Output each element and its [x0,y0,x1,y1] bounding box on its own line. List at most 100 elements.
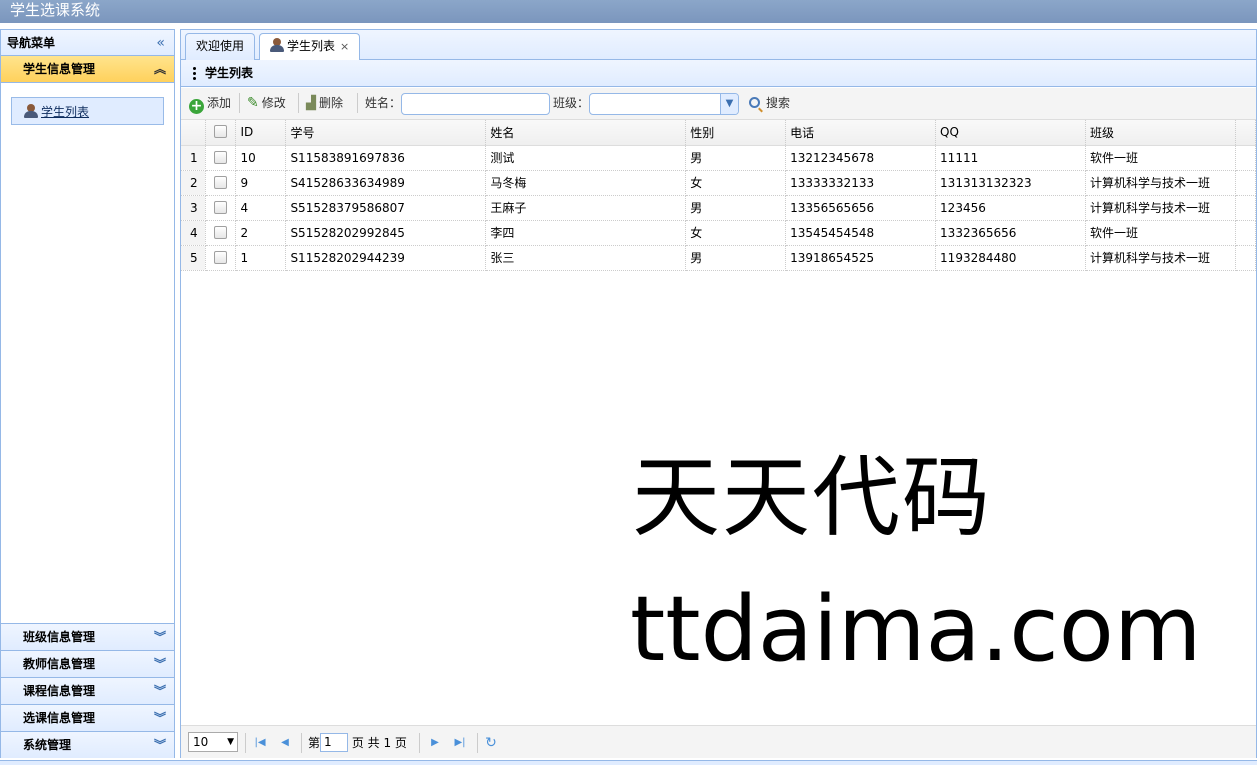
cell-sex: 女 [685,220,787,246]
nav-panel: 导航菜单 « 学生信息管理 ︽ 学生列表 班级信息管理 ︾ 教师信息管理 ︾ 课… [0,29,175,758]
watermark-url: ttdaima.com [630,577,1202,682]
page-indicator: 第1 页 共 1 页 [308,733,407,753]
cell-sex: 女 [685,170,787,196]
pagination-bar: 10 ▼ |◀ ◀ 第1 页 共 1 页 ▶ ▶| ↻ [181,725,1256,758]
cell-class: 软件一班 [1085,145,1236,171]
nav-header: 导航菜单 « [1,30,174,56]
table-row[interactable]: 2 9 S41528633634989 马冬梅 女 13333332133 13… [181,170,1257,196]
next-page-icon[interactable]: ▶ [427,733,443,753]
cell-id: 10 [235,145,287,171]
delete-button[interactable]: ▟ 删除 [306,88,343,118]
edit-label: 修改 [261,96,286,110]
cell-id: 1 [235,245,287,271]
nav-section-system[interactable]: 系统管理 ︾ [1,731,174,758]
row-checkbox[interactable] [214,250,228,264]
page-prefix: 第 [308,736,321,750]
column-header-phone[interactable]: 电话 [785,120,937,146]
tab-label: 欢迎使用 [196,39,245,53]
cell-sn: S41528633634989 [285,170,487,196]
page-number-input[interactable]: 1 [320,733,349,752]
column-header-sn[interactable]: 学号 [285,120,487,146]
pager-divider [477,733,478,753]
name-search-input[interactable] [401,93,550,115]
class-select[interactable]: ▼ [589,93,739,115]
nav-item-student-list[interactable]: 学生列表 [11,97,164,125]
search-button[interactable]: 搜索 [749,88,790,118]
row-checkbox-cell [205,245,237,271]
search-label: 搜索 [766,96,791,110]
toolbar-divider [239,93,240,113]
nav-section-selection[interactable]: 选课信息管理 ︾ [1,704,174,731]
row-number: 1 [181,145,207,171]
cell-phone: 13356565656 [785,195,937,221]
table-row[interactable]: 5 1 S11528202944239 张三 男 13918654525 119… [181,245,1257,271]
page-size-value: 10 [193,735,209,749]
nav-section-student[interactable]: 学生信息管理 ︽ [1,56,174,83]
first-page-icon[interactable]: |◀ [252,733,268,753]
table-row[interactable]: 1 10 S11583891697836 测试 男 13212345678 11… [181,145,1257,171]
bottom-border [0,760,1257,765]
row-number: 5 [181,245,207,271]
nav-section-label: 班级信息管理 [23,630,96,644]
chevron-down-icon[interactable]: ▼ [720,94,738,114]
chevron-down-icon: ▼ [227,737,234,747]
row-number: 2 [181,170,207,196]
page-size-select[interactable]: 10 ▼ [188,732,238,752]
chevron-down-icon: ︾ [153,657,166,671]
column-header-name[interactable]: 姓名 [485,120,687,146]
row-checkbox-cell [205,195,237,221]
row-number: 3 [181,195,207,221]
column-header-id[interactable]: ID [235,120,287,146]
double-chevron-left-icon[interactable]: « [156,30,165,56]
cell-sex: 男 [685,195,787,221]
cell-phone: 13918654525 [785,245,937,271]
cell-id: 2 [235,220,287,246]
nav-section-label: 学生信息管理 [23,62,96,76]
tab-label: 学生列表 [287,39,336,53]
cell-filler [1235,195,1257,221]
row-number-header [181,120,207,146]
nav-section-teacher[interactable]: 教师信息管理 ︾ [1,650,174,677]
edit-button[interactable]: ✎ 修改 [247,88,286,118]
trash-icon: ▟ [306,96,316,111]
row-checkbox[interactable] [214,150,228,164]
row-checkbox[interactable] [214,200,228,214]
plus-icon: + [189,98,204,114]
delete-label: 删除 [319,96,344,110]
nav-section-label: 选课信息管理 [23,711,96,725]
nav-section-label: 课程信息管理 [23,684,96,698]
add-button[interactable]: + 添加 [189,88,231,118]
close-icon[interactable]: × [340,40,349,53]
cell-filler [1235,245,1257,271]
row-checkbox[interactable] [214,225,228,239]
nav-section-course[interactable]: 课程信息管理 ︾ [1,677,174,704]
column-header-qq[interactable]: QQ [935,120,1086,146]
cell-sn: S51528379586807 [285,195,487,221]
chevron-up-icon[interactable]: ︽ [154,56,166,83]
nav-item-label: 学生列表 [41,105,90,119]
last-page-icon[interactable]: ▶| [452,733,468,753]
refresh-icon[interactable]: ↻ [483,733,499,753]
row-checkbox[interactable] [214,175,228,189]
row-checkbox-cell [205,220,237,246]
cell-name: 测试 [485,145,687,171]
user-icon [270,38,284,52]
tab-welcome[interactable]: 欢迎使用 [185,33,256,60]
row-number: 4 [181,220,207,246]
cell-name: 张三 [485,245,687,271]
pager-divider [419,733,420,753]
app-window: 学生选课系统 导航菜单 « 学生信息管理 ︽ 学生列表 班级信息管理 ︾ 教师信… [0,0,1257,765]
toolbar-divider [298,93,299,113]
column-header-sex[interactable]: 性别 [685,120,787,146]
select-all-checkbox[interactable] [214,125,228,139]
select-all-header [205,120,237,146]
previous-page-icon[interactable]: ◀ [277,733,293,753]
tab-student-list[interactable]: 学生列表 × [259,33,361,61]
toolbar-divider [357,93,358,113]
table-row[interactable]: 4 2 S51528202992845 李四 女 13545454548 133… [181,220,1257,246]
cell-name: 马冬梅 [485,170,687,196]
name-filter-label: 姓名： [365,96,402,110]
nav-section-class[interactable]: 班级信息管理 ︾ [1,623,174,650]
column-header-class[interactable]: 班级 [1085,120,1236,146]
table-row[interactable]: 3 4 S51528379586807 王麻子 男 13356565656 12… [181,195,1257,221]
